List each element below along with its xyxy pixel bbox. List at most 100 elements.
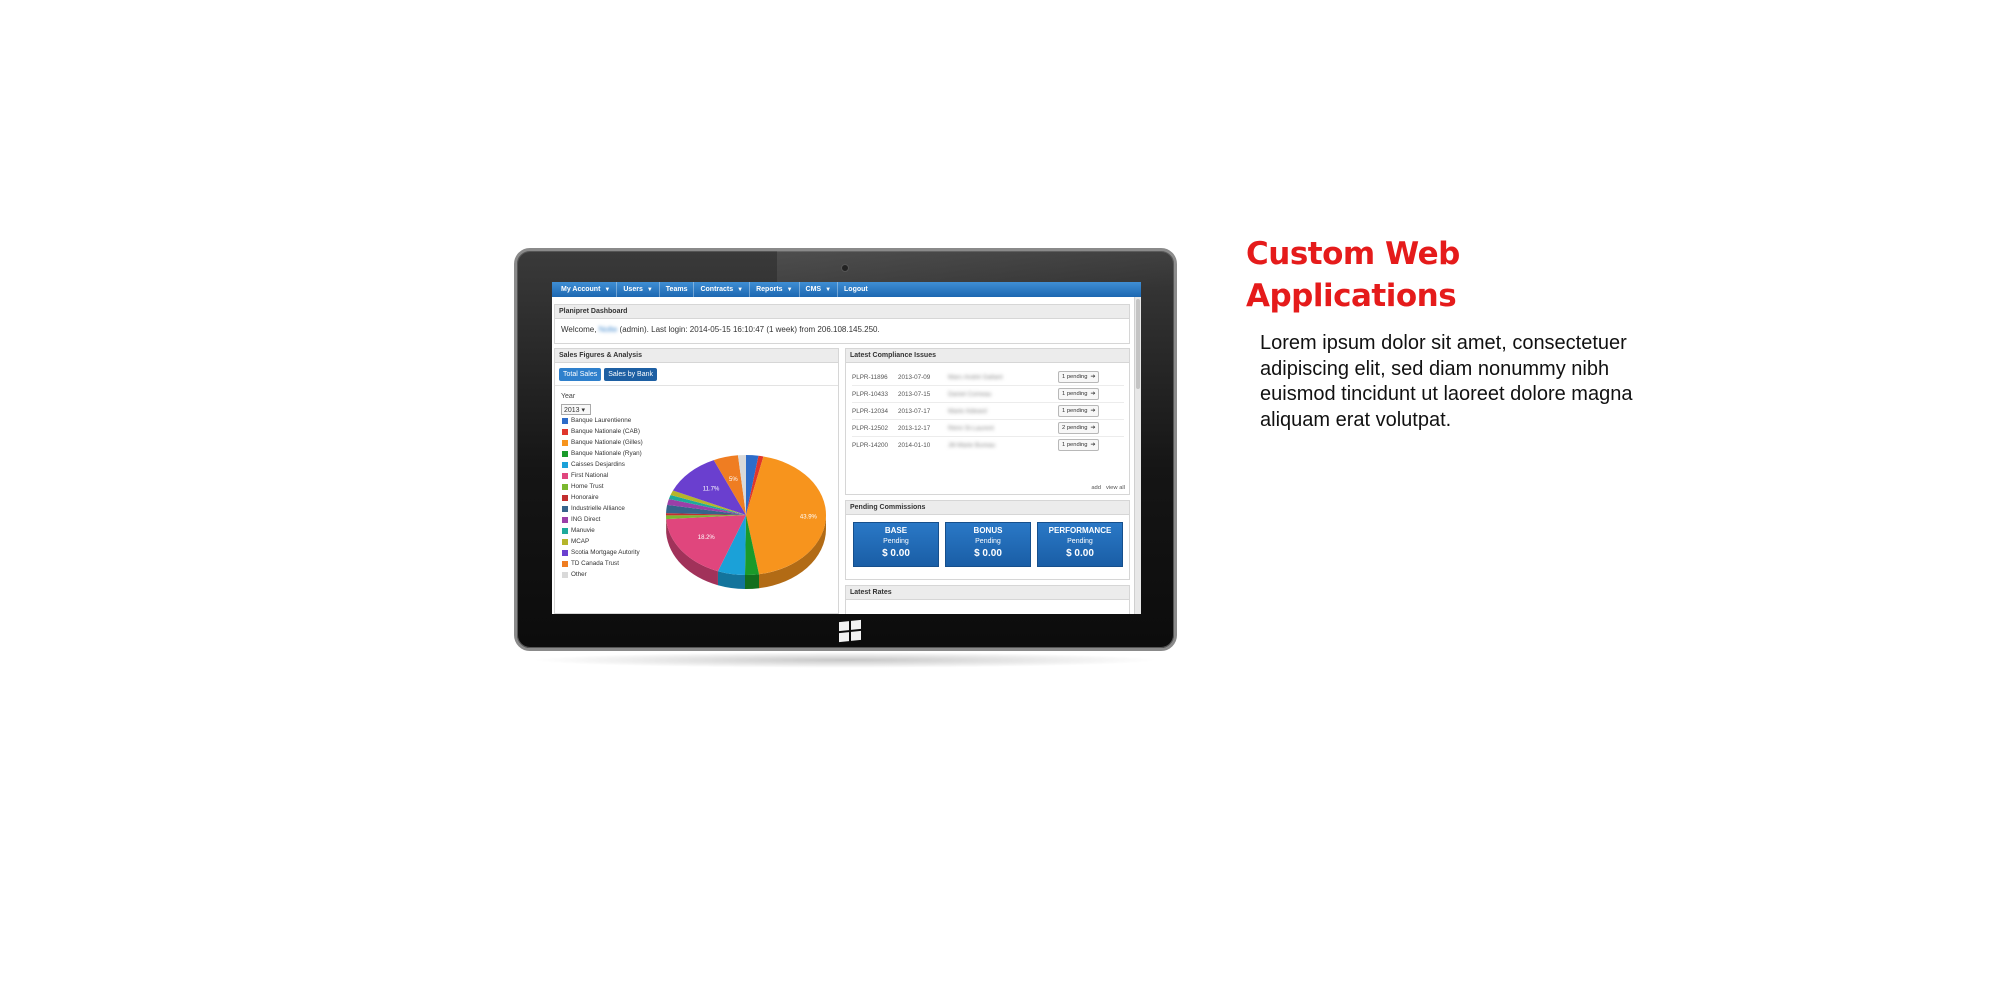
chevron-down-icon: ▼ — [737, 286, 744, 293]
tablet-screen: My Account ▼ Users ▼ Teams Contracts ▼ Repo… — [552, 282, 1141, 614]
issue-name: Daniel Comeau — [948, 390, 992, 398]
table-row: PLPR-12034 2013-07-17 Marie Aldeard 1 pendi… — [852, 403, 1122, 419]
legend-item[interactable]: Banque Laurentienne — [562, 417, 662, 425]
arrow-right-icon: ➔ — [1090, 408, 1096, 414]
legend-label: TD Canada Trust — [571, 560, 619, 567]
add-link[interactable]: add — [1091, 485, 1101, 491]
legend-label: MCAP — [571, 538, 590, 545]
pending-button[interactable]: 2 pending ➔ — [1058, 422, 1100, 434]
legend-item[interactable]: Other — [562, 571, 662, 579]
legend-item[interactable]: Home Trust — [562, 483, 662, 491]
commission-bonus[interactable]: BONUS Pending $ 0.00 — [945, 522, 1031, 567]
headline-line-1: Custom Web — [1246, 236, 1460, 272]
welcome-prefix: Welcome, — [561, 325, 599, 334]
legend-item[interactable]: TD Canada Trust — [562, 560, 662, 568]
compliance-links: add view all — [1086, 485, 1125, 491]
issue-name: Rémi St-Laurent — [948, 424, 994, 432]
nav-my-account[interactable]: My Account ▼ — [555, 282, 618, 297]
scrollbar-thumb[interactable] — [1136, 299, 1140, 389]
legend-item[interactable]: Honoraire — [562, 494, 662, 502]
legend-swatch — [562, 517, 568, 523]
legend-item[interactable]: Manuvie — [562, 527, 662, 535]
legend-item[interactable]: Caisses Desjardins — [562, 461, 662, 469]
legend-label: Banque Nationale (Gilles) — [571, 439, 643, 446]
nav-cms[interactable]: CMS ▼ — [800, 282, 839, 297]
year-select[interactable]: 2013 ▾ — [561, 404, 591, 415]
pending-button[interactable]: 1 pending ➔ — [1058, 388, 1100, 400]
legend-item[interactable]: Banque Nationale (Ryan) — [562, 450, 662, 458]
legend-item[interactable]: Scotia Mortgage Autority — [562, 549, 662, 557]
pie-data-label: 18.2% — [698, 535, 716, 541]
issue-id[interactable]: PLPR-12502 — [852, 425, 898, 432]
legend-item[interactable]: Banque Nationale (CAB) — [562, 428, 662, 436]
legend-swatch — [562, 451, 568, 457]
legend-item[interactable]: First National — [562, 472, 662, 480]
nav-logout[interactable]: Logout — [838, 282, 874, 297]
commission-bonus-title: BONUS — [973, 526, 1003, 535]
legend-swatch — [562, 572, 568, 578]
windows-logo-icon[interactable] — [839, 619, 861, 643]
legend-label: Banque Nationale (Ryan) — [571, 450, 642, 457]
table-row: PLPR-14200 2014-01-10 Jill-Marie Bureau 1 p… — [852, 437, 1122, 453]
windows-logo-pane — [839, 621, 849, 632]
legend-item[interactable]: ING Direct — [562, 516, 662, 524]
commission-base-title: BASE — [884, 526, 908, 535]
tab-total-sales[interactable]: Total Sales — [559, 368, 602, 381]
windows-logo-pane — [839, 632, 849, 643]
chart-legend: Banque Laurentienne Banque Nationale (CAB… — [562, 417, 662, 582]
nav-users[interactable]: Users ▼ — [617, 282, 660, 297]
issue-id[interactable]: PLPR-10433 — [852, 391, 898, 398]
windows-logo-pane — [851, 619, 861, 630]
arrow-right-icon: ➔ — [1090, 425, 1096, 431]
chevron-down-icon: ▼ — [646, 286, 653, 293]
welcome-message: Welcome, Nolte (admin). Last login: 2014… — [555, 319, 1129, 340]
pie-data-label: 11.7% — [703, 487, 720, 493]
commission-base[interactable]: BASE Pending $ 0.00 — [853, 522, 939, 567]
issue-date: 2013-12-17 — [898, 424, 931, 432]
user-name-link[interactable]: Nolte — [599, 325, 618, 334]
nav-teams[interactable]: Teams — [660, 282, 695, 297]
table-row: PLPR-10433 2013-07-15 Daniel Comeau 1 pendi… — [852, 386, 1122, 402]
nav-users-label: Users — [623, 286, 643, 293]
legend-swatch — [562, 495, 568, 501]
commission-performance-amount: $ 0.00 — [1066, 548, 1094, 559]
legend-label: First National — [571, 472, 609, 479]
table-row: PLPR-11896 2013-07-09 Marc-André Gallant 1 … — [852, 369, 1122, 385]
nav-cms-label: CMS — [805, 286, 822, 293]
legend-label: Industrielle Alliance — [571, 505, 625, 512]
legend-item[interactable]: MCAP — [562, 538, 662, 546]
commission-performance[interactable]: PERFORMANCE Pending $ 0.00 — [1037, 522, 1123, 567]
tab-sales-by-bank[interactable]: Sales by Bank — [604, 368, 657, 381]
legend-item[interactable]: Banque Nationale (Gilles) — [562, 439, 662, 447]
nav-contracts[interactable]: Contracts ▼ — [694, 282, 751, 297]
commission-bonus-status: Pending — [975, 538, 1001, 545]
legend-label: Manuvie — [571, 527, 595, 534]
rates-title: Latest Rates — [846, 586, 1129, 600]
dashboard-panel: Planipret Dashboard Welcome, Nolte (admi… — [554, 304, 1130, 344]
commission-base-amount: $ 0.00 — [882, 548, 910, 559]
issue-date: 2014-01-10 — [898, 441, 931, 449]
issue-id[interactable]: PLPR-14200 — [852, 442, 898, 449]
compliance-title: Latest Compliance Issues — [846, 349, 1129, 363]
sales-panel: Sales Figures & Analysis Total Sales Sal… — [554, 348, 839, 614]
commission-boxes: BASE Pending $ 0.00 BONUS Pending $ 0.00… — [853, 522, 1123, 567]
vertical-scrollbar[interactable] — [1134, 297, 1141, 614]
rates-panel: Latest Rates — [845, 585, 1130, 614]
pending-button[interactable]: 1 pending ➔ — [1058, 439, 1100, 451]
view-all-link[interactable]: view all — [1106, 485, 1125, 491]
chevron-down-icon: ▼ — [825, 286, 832, 293]
issue-id[interactable]: PLPR-12034 — [852, 408, 898, 415]
issue-id[interactable]: PLPR-11896 — [852, 374, 898, 381]
windows-logo-pane — [851, 630, 861, 641]
nav-reports[interactable]: Reports ▼ — [750, 282, 800, 297]
legend-swatch — [562, 484, 568, 490]
headline-line-2: Applications — [1246, 278, 1457, 314]
pending-button[interactable]: 1 pending ➔ — [1058, 405, 1100, 417]
legend-swatch — [562, 418, 568, 424]
arrow-right-icon: ➔ — [1090, 391, 1096, 397]
pending-button[interactable]: 1 pending ➔ — [1058, 371, 1100, 383]
legend-item[interactable]: Industrielle Alliance — [562, 505, 662, 513]
legend-label: Banque Nationale (CAB) — [571, 428, 640, 435]
legend-swatch — [562, 473, 568, 479]
headline: Custom Web Applications — [1246, 233, 1646, 317]
